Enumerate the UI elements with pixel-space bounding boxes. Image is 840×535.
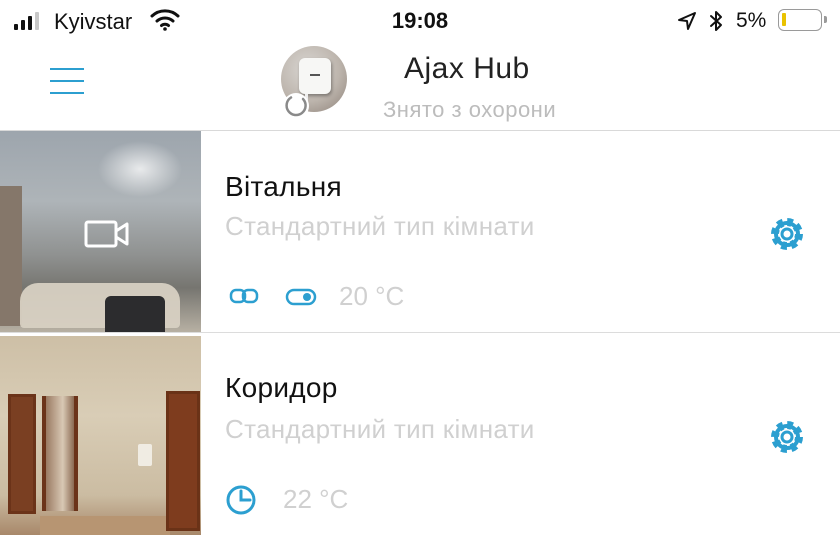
- gear-icon[interactable]: [766, 213, 808, 260]
- menu-icon[interactable]: [50, 66, 84, 96]
- link-icon: [229, 288, 259, 309]
- battery-percent: 5%: [736, 9, 767, 32]
- room-row-living[interactable]: Вітальня Стандартний тип кімнати 20 °C: [0, 131, 840, 333]
- room-type: Стандартний тип кімнати: [225, 211, 535, 241]
- room-name: Вітальня: [225, 171, 342, 202]
- room-temperature: 22 °C: [283, 484, 349, 514]
- app-header: Ajax Hub Знято з охорони: [0, 42, 840, 131]
- video-camera-icon: [84, 219, 130, 254]
- gear-icon[interactable]: [766, 416, 808, 463]
- location-arrow-icon: [676, 10, 698, 37]
- room-temperature: 20 °C: [339, 281, 405, 311]
- room-name: Коридор: [225, 372, 338, 403]
- room-thumbnail: [0, 131, 201, 332]
- room-row-corridor[interactable]: Коридор Стандартний тип кімнати 22 °C: [0, 336, 840, 535]
- hub-name: Ajax Hub: [404, 52, 530, 85]
- room-type: Стандартний тип кімнати: [225, 414, 535, 444]
- hub-status: Знято з охорони: [383, 97, 557, 122]
- bluetooth-icon: [707, 9, 725, 38]
- clock-icon: [224, 483, 258, 522]
- battery-icon: [778, 9, 827, 31]
- toggle-icon: [285, 288, 317, 311]
- loading-spinner-icon: [283, 93, 309, 119]
- room-thumbnail: [0, 336, 201, 535]
- status-bar: Kyivstar 19:08 5%: [0, 0, 840, 42]
